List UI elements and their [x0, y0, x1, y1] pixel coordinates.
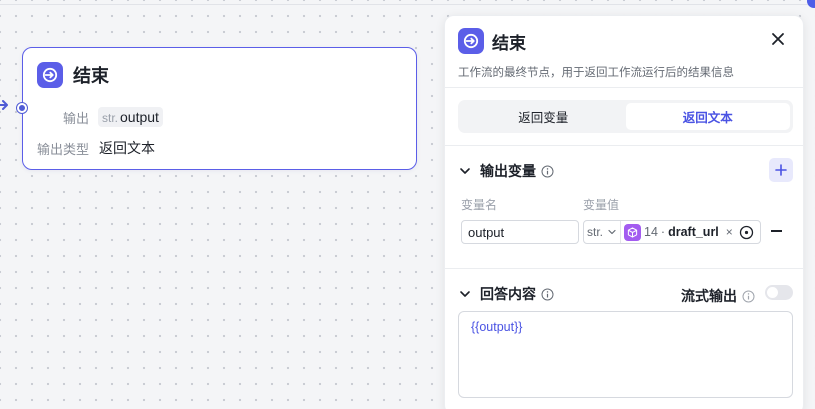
tab-return-text[interactable]: 返回文本	[625, 103, 790, 130]
return-mode-tabs: 返回变量 返回文本	[458, 100, 793, 133]
panel-title: 结束	[492, 33, 526, 53]
info-icon[interactable]	[541, 288, 554, 301]
remove-reference-button[interactable]: ×	[726, 225, 733, 239]
node-title: 结束	[73, 66, 109, 86]
output-section-header[interactable]: 输出变量	[458, 161, 554, 181]
reference-variable-name: draft_url	[668, 225, 719, 239]
remove-row-button[interactable]	[771, 230, 782, 232]
variable-value-column-label: 变量值	[583, 198, 620, 212]
node-output-type-value: 返回文本	[99, 140, 155, 156]
node-header: 结束	[37, 62, 109, 88]
add-variable-button[interactable]	[769, 158, 793, 182]
info-icon[interactable]	[541, 165, 554, 178]
info-icon[interactable]	[742, 290, 755, 303]
end-node-icon	[37, 62, 63, 88]
node-output-chip: str. output	[98, 107, 163, 127]
end-node-icon	[458, 28, 484, 54]
panel-description: 工作流的最终节点，用于返回工作流运行后的结果信息	[458, 67, 734, 79]
node-output-row: 输出 str. output	[23, 107, 163, 127]
divider	[445, 145, 803, 146]
end-node-card[interactable]: 结束 输出 str. output 输出类型 返回文本	[17, 47, 417, 170]
tab-return-variable[interactable]: 返回变量	[461, 103, 626, 130]
workflow-canvas[interactable]: 结束 输出 str. output 输出类型 返回文本 结束 工作流的最终节点，…	[0, 0, 815, 409]
canvas-top-divider	[0, 4, 815, 5]
node-output-type-label: 输出类型	[36, 141, 89, 157]
node-output-type-tag: str.	[102, 111, 119, 125]
chevron-down-icon[interactable]	[458, 164, 472, 178]
target-icon[interactable]	[739, 225, 754, 240]
answer-section-header[interactable]: 回答内容	[458, 284, 554, 304]
divider	[445, 87, 803, 88]
answer-content-editor[interactable]: {{output}}	[458, 311, 793, 398]
variable-type-value: str.	[587, 225, 604, 239]
stream-output-label: 流式输出	[681, 286, 755, 306]
reference-node-number: 14	[644, 225, 658, 239]
chevron-down-icon[interactable]	[458, 287, 472, 301]
incoming-edge-arrow-icon	[0, 97, 10, 115]
node-output-value: output	[120, 109, 159, 125]
variable-value-reference[interactable]: str. 14 · draft_url ×	[583, 220, 761, 244]
chevron-down-icon	[608, 229, 616, 235]
cube-icon	[624, 223, 641, 241]
panel-header: 结束	[458, 28, 526, 54]
stream-output-toggle[interactable]	[765, 285, 793, 300]
node-properties-panel: 结束 工作流的最终节点，用于返回工作流运行后的结果信息 返回变量 返回文本 输出…	[444, 15, 804, 409]
variable-name-input[interactable]	[461, 220, 579, 244]
node-output-type-row: 输出类型 返回文本	[23, 138, 155, 158]
answer-section-title: 回答内容	[480, 286, 536, 302]
reference-chip: 14 · draft_url	[624, 223, 719, 241]
reference-separator: ·	[660, 225, 666, 239]
toggle-knob	[767, 287, 778, 298]
plus-icon	[775, 164, 787, 176]
close-icon[interactable]	[769, 30, 787, 48]
stream-output-text: 流式输出	[681, 288, 737, 304]
divider	[445, 268, 803, 269]
edge-indicator	[807, 0, 815, 8]
variable-name-column-label: 变量名	[461, 198, 498, 212]
node-output-label: 输出	[62, 110, 89, 126]
output-section-title: 输出变量	[480, 163, 536, 179]
variable-type-select[interactable]: str.	[584, 221, 621, 243]
